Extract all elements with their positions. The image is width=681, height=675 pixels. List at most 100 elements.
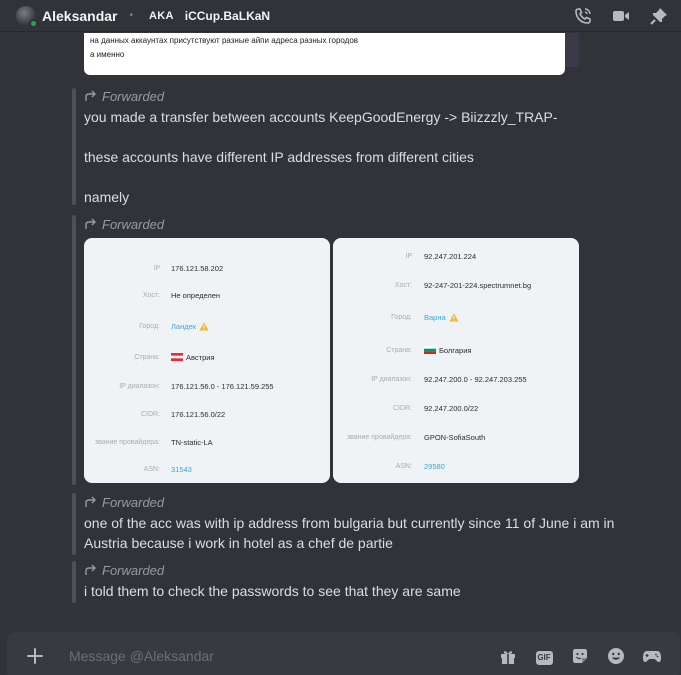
ip-value: TN-static-LA — [171, 438, 213, 447]
ip-value-text: Ландек — [171, 321, 197, 331]
ip-value-text: Варна — [424, 312, 446, 322]
ip-value-text: Австрия — [186, 352, 215, 362]
ip-value: 31543 — [171, 465, 192, 474]
ip-label: CIDR: — [392, 404, 412, 412]
ip-value-text: GPON-SofiaSouth — [424, 432, 486, 442]
emoji-icon — [608, 648, 624, 664]
message-line: these accounts have different IP address… — [84, 149, 474, 165]
ip-value-text: 176.121.56.0 - 176.121.59.255 — [171, 381, 274, 391]
ip-label: IP — [405, 252, 412, 260]
ip-label: ASN: — [395, 462, 412, 470]
bulgaria-flag-icon — [424, 346, 436, 354]
online-status-icon — [29, 18, 38, 28]
message-line: namely — [84, 189, 130, 205]
message-line — [84, 167, 624, 187]
header-separator: • — [129, 10, 133, 21]
pin-icon[interactable] — [649, 6, 669, 26]
ip-row: Страна: Болгария — [333, 343, 579, 357]
call-icon[interactable] — [573, 6, 593, 26]
ip-row: ASN: 31543 — [84, 462, 330, 476]
sticker-button[interactable] — [570, 646, 590, 666]
forwarded-label: Forwarded — [84, 561, 164, 579]
ip-value: 92.247.200.0 - 92.247.203.255 — [424, 375, 527, 384]
forwarded-label: Forwarded — [84, 87, 164, 105]
ip-row: CIDR: 92.247.200.0/22 — [333, 401, 579, 415]
forward-arrow-icon — [85, 564, 96, 575]
ip-label: Хост: — [394, 281, 412, 289]
ip-row: звание провайдера: GPON-SofiaSouth — [333, 430, 579, 444]
ip-value-text: 176.121.58.202 — [171, 263, 224, 273]
video-icon[interactable] — [611, 6, 631, 26]
ip-value: 92-247-201-224.spectrumnet.bg — [424, 281, 531, 290]
warning-icon — [199, 322, 209, 330]
message-list[interactable]: на данных аккаунтах присутствуют разные … — [0, 33, 681, 625]
gif-button[interactable]: GIF — [534, 646, 554, 666]
image-text-line: а именно — [90, 50, 125, 59]
ip-label: Страна: — [134, 353, 160, 361]
message-line: one of the acc was with ip address from … — [84, 515, 615, 551]
ip-label: звание провайдера: — [94, 438, 160, 446]
forward-bar — [72, 493, 76, 555]
ip-label: IP — [153, 264, 160, 272]
forwarded-label: Forwarded — [84, 215, 164, 233]
ip-label: Страна: — [386, 346, 412, 354]
message-text: i told them to check the passwords to se… — [84, 581, 624, 601]
ip-value-text: 92-247-201-224.spectrumnet.bg — [424, 280, 532, 290]
forward-arrow-icon — [85, 218, 96, 229]
avatar[interactable] — [16, 5, 38, 28]
ip-value: Австрия — [171, 353, 215, 362]
image-text-line: на данных аккаунтах присутствуют разные … — [90, 36, 359, 45]
ip-value-text: Болгария — [439, 345, 472, 355]
forward-bar — [72, 88, 76, 205]
message-input[interactable] — [69, 646, 469, 666]
ip-label: Город: — [139, 322, 160, 330]
gift-icon — [501, 651, 515, 664]
message-line: i told them to check the passwords to se… — [84, 583, 461, 599]
ip-row: Город: Варна — [333, 310, 579, 324]
gif-icon: GIF — [535, 650, 553, 665]
ip-value-text: 176.121.56.0/22 — [171, 409, 226, 419]
plus-icon — [27, 648, 43, 664]
ip-value: 176.121.56.0/22 — [171, 410, 225, 419]
ip-row: Город: Ландек — [84, 319, 330, 333]
ip-info-image-bulgaria[interactable]: IP 92.247.201.224 Хост: 92-247-201-224.s… — [333, 238, 579, 483]
dm-header: Aleksandar • AKA iCCup.BaLKaN — [0, 0, 681, 32]
sticker-icon — [573, 649, 587, 663]
ip-value: 176.121.56.0 - 176.121.59.255 — [171, 382, 274, 391]
ip-label: IP диапазон: — [119, 382, 160, 390]
forwarded-image-text-excerpt[interactable]: на данных аккаунтах присутствуют разные … — [84, 33, 565, 75]
header-username[interactable]: Aleksandar — [42, 8, 117, 24]
ip-value: Варна — [424, 313, 459, 322]
ip-row: Хост: Не определен — [84, 288, 330, 302]
gift-button[interactable] — [498, 646, 518, 666]
ip-value: Болгария — [424, 346, 471, 355]
ip-info-image-austria[interactable]: IP 176.121.58.202 Хост: Не определен Гор… — [84, 238, 330, 483]
header-nickname: iCCup.BaLKaN — [184, 8, 271, 23]
message-text: one of the acc was with ip address from … — [84, 513, 624, 553]
forwarded-text: Forwarded — [102, 88, 165, 104]
activity-button[interactable] — [642, 646, 662, 666]
ip-value-text: 92.247.200.0/22 — [424, 403, 479, 413]
ip-row: Страна: Австрия — [84, 350, 330, 364]
ip-label: IP диапазон: — [371, 375, 412, 383]
add-attachment-button[interactable] — [25, 646, 45, 666]
forwarded-label: Forwarded — [84, 493, 164, 511]
austria-flag-icon — [171, 353, 183, 361]
composer-toolbar: GIF — [498, 646, 662, 666]
message-line: you made a transfer between accounts Kee… — [84, 109, 558, 125]
ip-value-text: 29580 — [424, 461, 445, 471]
message-line — [84, 127, 624, 147]
aka-label: AKA — [149, 9, 174, 22]
ip-label: ASN: — [143, 465, 160, 473]
forwarded-text: Forwarded — [102, 562, 165, 578]
ip-value-text: 92.247.201.224 — [424, 251, 477, 261]
ip-label: Город: — [391, 313, 412, 321]
ip-value: Ландек — [171, 322, 209, 331]
ip-value: 29580 — [424, 462, 445, 471]
ip-row: IP диапазон: 92.247.200.0 - 92.247.203.2… — [333, 372, 579, 386]
forwarded-text: Forwarded — [102, 494, 165, 510]
image-edge — [565, 33, 579, 67]
emoji-button[interactable] — [606, 646, 626, 666]
ip-value-text: 92.247.200.0 - 92.247.203.255 — [424, 374, 527, 384]
message-text: you made a transfer between accounts Kee… — [84, 107, 624, 207]
